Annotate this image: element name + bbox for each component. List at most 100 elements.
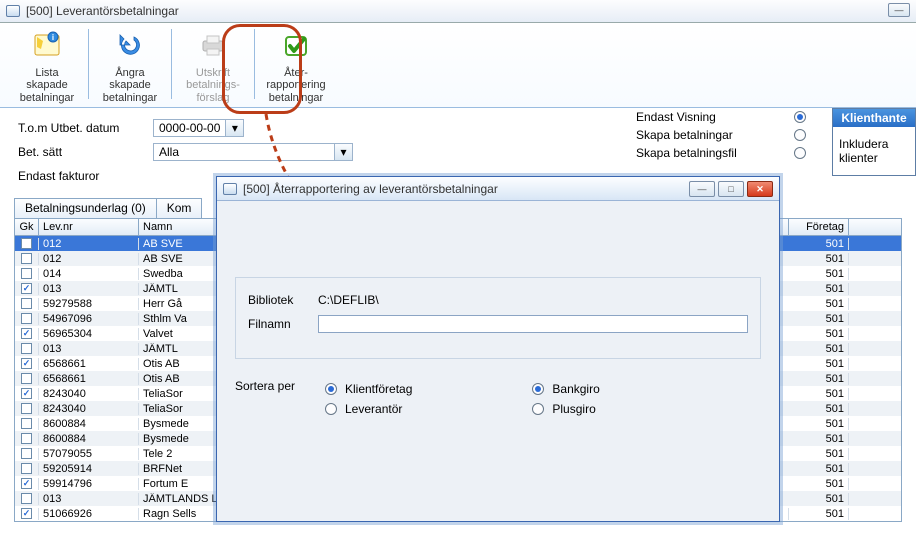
cell-levnr: 59914796: [39, 478, 139, 490]
radio-plusgiro[interactable]: [532, 403, 544, 415]
main-toolbar: i Lista skapade betalningar Ångra skapad…: [0, 23, 916, 108]
row-checkbox[interactable]: [21, 343, 32, 354]
dialog-close-button[interactable]: ✕: [747, 181, 773, 197]
cell-levnr: 8243040: [39, 403, 139, 415]
radio-leverantor[interactable]: [325, 403, 337, 415]
cell-foretag: 501: [789, 493, 849, 505]
cell-levnr: 51066926: [39, 508, 139, 520]
tom-date-field[interactable]: 0000-00-00 ▾: [153, 119, 244, 137]
dialog-max-button[interactable]: □: [718, 181, 744, 197]
fil-label: Filnamn: [248, 317, 318, 331]
mode-radio-group: Endast Visning Skapa betalningar Skapa b…: [636, 108, 806, 162]
row-checkbox[interactable]: [21, 493, 32, 504]
cell-foretag: 501: [789, 433, 849, 445]
main-min-button[interactable]: —: [888, 3, 910, 17]
cell-levnr: 59279588: [39, 298, 139, 310]
klient-panel-title: Klienthante: [833, 109, 915, 127]
dialog-body: Bibliotek C:\DEFLIB\ Filnamn Sortera per…: [217, 201, 779, 423]
row-checkbox[interactable]: [21, 463, 32, 474]
chevron-down-icon[interactable]: ▾: [225, 120, 243, 136]
row-checkbox[interactable]: [21, 313, 32, 324]
cell-foretag: 501: [789, 283, 849, 295]
row-checkbox[interactable]: [21, 373, 32, 384]
cell-foretag: 501: [789, 343, 849, 355]
app-icon: [6, 5, 20, 17]
cell-foretag: 501: [789, 313, 849, 325]
row-checkbox[interactable]: [21, 508, 32, 519]
lib-value: C:\DEFLIB\: [318, 293, 379, 307]
app-icon: [223, 183, 237, 195]
cell-foretag: 501: [789, 463, 849, 475]
row-checkbox[interactable]: [21, 328, 32, 339]
radio-bankgiro[interactable]: [532, 383, 544, 395]
cell-foretag: 501: [789, 328, 849, 340]
main-titlebar[interactable]: [500] Leverantörsbetalningar —: [0, 0, 916, 23]
radio-endast-visning[interactable]: [794, 111, 806, 123]
cell-levnr: 54967096: [39, 313, 139, 325]
col-lev[interactable]: Lev.nr: [39, 219, 139, 235]
radio-skapa-fil[interactable]: [794, 147, 806, 159]
row-checkbox[interactable]: [21, 388, 32, 399]
bet-combo[interactable]: Alla ▾: [153, 143, 353, 161]
toolbar-utskrift-label: Utskrift betalnings- förslag: [186, 67, 240, 104]
row-checkbox[interactable]: [21, 253, 32, 264]
row-checkbox[interactable]: [21, 403, 32, 414]
toolbar-angra-button[interactable]: Ångra skapade betalningar: [93, 29, 167, 105]
cell-foretag: 501: [789, 253, 849, 265]
radio-plusgiro-label: Plusgiro: [552, 402, 595, 416]
undo-icon: [93, 31, 167, 63]
cell-foretag: 501: [789, 418, 849, 430]
cell-levnr: 8243040: [39, 388, 139, 400]
row-checkbox[interactable]: [21, 358, 32, 369]
row-checkbox[interactable]: [21, 268, 32, 279]
row-checkbox[interactable]: [21, 448, 32, 459]
cell-levnr: 6568661: [39, 373, 139, 385]
col-for[interactable]: Företag: [789, 219, 849, 235]
cell-foretag: 501: [789, 268, 849, 280]
check-green-icon: [259, 31, 333, 63]
row-checkbox[interactable]: [21, 238, 32, 249]
fil-input[interactable]: [318, 315, 748, 333]
cell-foretag: 501: [789, 448, 849, 460]
cell-foretag: 501: [789, 298, 849, 310]
klient-panel: Klienthante Inkludera klienter: [832, 108, 916, 176]
cell-levnr: 012: [39, 253, 139, 265]
toolbar-lista-label: Lista skapade betalningar: [20, 67, 74, 104]
tab-betalningsunderlag[interactable]: Betalningsunderlag (0): [14, 198, 157, 218]
toolbar-lista-button[interactable]: i Lista skapade betalningar: [10, 29, 84, 105]
cell-levnr: 59205914: [39, 463, 139, 475]
cell-foretag: 501: [789, 403, 849, 415]
dialog-min-button[interactable]: —: [689, 181, 715, 197]
row-checkbox[interactable]: [21, 418, 32, 429]
cell-levnr: 012: [39, 238, 139, 250]
tab-kom[interactable]: Kom: [156, 198, 203, 218]
cell-foretag: 501: [789, 238, 849, 250]
dialog-titlebar[interactable]: [500] Återrapportering av leverantörsbet…: [217, 177, 779, 201]
sort-label: Sortera per: [235, 379, 325, 393]
cell-levnr: 56965304: [39, 328, 139, 340]
cell-levnr: 8600884: [39, 418, 139, 430]
row-checkbox[interactable]: [21, 298, 32, 309]
cell-foretag: 501: [789, 358, 849, 370]
main-title: [500] Leverantörsbetalningar: [26, 4, 179, 18]
radio-klientforetag[interactable]: [325, 383, 337, 395]
radio-bankgiro-label: Bankgiro: [552, 382, 599, 396]
svg-text:i: i: [52, 33, 54, 42]
dialog-aterrapportering[interactable]: [500] Återrapportering av leverantörsbet…: [216, 176, 780, 522]
radio-skapa-betal[interactable]: [794, 129, 806, 141]
bet-label: Bet. sätt: [18, 145, 153, 159]
tom-date-value: 0000-00-00: [154, 120, 225, 136]
toolbar-ater-button[interactable]: Åter- rapportering betalningar: [259, 29, 333, 105]
chevron-down-icon[interactable]: ▾: [334, 144, 352, 160]
radio-endast-visning-label: Endast Visning: [636, 110, 786, 124]
cell-levnr: 8600884: [39, 433, 139, 445]
cell-foretag: 501: [789, 388, 849, 400]
col-gk[interactable]: Gk: [15, 219, 39, 235]
cell-levnr: 013: [39, 283, 139, 295]
main-window: [500] Leverantörsbetalningar — i Lista s…: [0, 0, 916, 557]
row-checkbox[interactable]: [21, 433, 32, 444]
bet-value: Alla: [154, 144, 184, 160]
list-icon: i: [10, 31, 84, 63]
row-checkbox[interactable]: [21, 478, 32, 489]
row-checkbox[interactable]: [21, 283, 32, 294]
